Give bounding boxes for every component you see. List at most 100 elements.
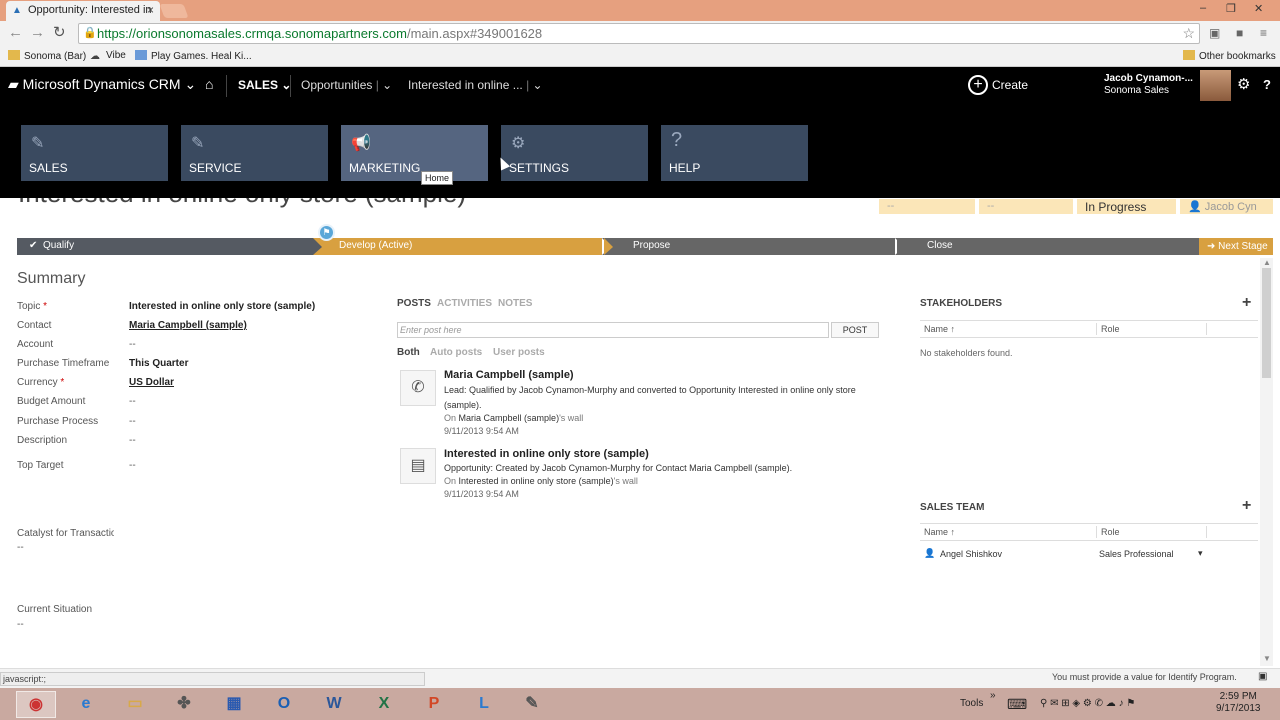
extension-icon[interactable]: ▣: [1209, 26, 1220, 40]
back-icon[interactable]: ←: [8, 25, 23, 41]
member-name[interactable]: Angel Shishkov: [940, 549, 1002, 559]
forward-icon[interactable]: →: [30, 25, 45, 41]
bookmark-item[interactable]: Play Games. Heal Ki...: [135, 50, 252, 62]
bookmark-item[interactable]: Sonoma (Bar): [8, 50, 86, 62]
top-target-value[interactable]: --: [129, 460, 136, 471]
nav-record[interactable]: Interested in online ... | ⌄: [408, 78, 543, 92]
powerpoint-icon[interactable]: P: [414, 691, 454, 718]
avatar[interactable]: [1200, 70, 1231, 101]
next-stage-button[interactable]: ➜ Next Stage: [1199, 238, 1273, 255]
tile-help[interactable]: ? HELP: [661, 125, 808, 181]
restore-icon[interactable]: ❐: [1226, 2, 1236, 15]
filter-user-posts[interactable]: User posts: [493, 347, 545, 358]
bookmark-star-icon[interactable]: ☆: [1182, 25, 1195, 42]
tile-service[interactable]: ✎ SERVICE: [181, 125, 328, 181]
outlook-icon[interactable]: O: [264, 691, 304, 718]
scroll-down-icon[interactable]: ▼: [1263, 654, 1271, 663]
chrome-icon[interactable]: ◉: [16, 691, 56, 718]
tab-close-icon[interactable]: ×: [147, 3, 154, 17]
bookmark-item[interactable]: ☁ Vibe: [90, 50, 126, 62]
nav-entity-opportunities[interactable]: Opportunities | ⌄: [301, 78, 392, 92]
wall-link[interactable]: Maria Campbell (sample): [459, 413, 560, 423]
add-stakeholder-button[interactable]: +: [1242, 294, 1251, 312]
tile-sales[interactable]: ✎ SALES: [21, 125, 168, 181]
post-title[interactable]: Interested in online only store (sample): [444, 448, 649, 460]
add-team-member-button[interactable]: +: [1242, 497, 1251, 515]
tab-notes[interactable]: NOTES: [498, 298, 532, 309]
tile-settings[interactable]: ⚙ SETTINGS: [501, 125, 648, 181]
wall-link[interactable]: Interested in online only store (sample): [459, 476, 614, 486]
stage-develop[interactable]: Develop (Active): [313, 238, 602, 255]
dropdown-arrow-icon[interactable]: ▾: [1198, 548, 1203, 559]
col-role[interactable]: Role: [1101, 527, 1120, 537]
tray-icons[interactable]: ⚲ ✉ ⊞ ◈ ⚙ ✆ ☁ ♪ ⚑: [1040, 698, 1135, 709]
clock[interactable]: 2:59 PM 9/17/2013: [1216, 691, 1261, 715]
app-icon[interactable]: ✤: [164, 691, 204, 718]
app-logo[interactable]: ▰ Microsoft Dynamics CRM ⌄: [8, 76, 196, 93]
minimize-icon[interactable]: –: [1200, 2, 1206, 14]
status-badge[interactable]: In Progress: [1077, 199, 1176, 214]
field-label: Catalyst for Transactio: [17, 528, 114, 539]
expand-icon[interactable]: »: [990, 690, 996, 701]
purchase-process-value[interactable]: --: [129, 416, 136, 427]
budget-value[interactable]: --: [129, 396, 136, 407]
vertical-scrollbar[interactable]: ▲ ▼: [1260, 258, 1273, 666]
header-field[interactable]: --: [979, 199, 1073, 214]
stage-close[interactable]: Close: [895, 238, 1199, 255]
tile-label: MARKETING: [349, 161, 421, 175]
notepad-icon[interactable]: ✎: [512, 691, 552, 718]
keyboard-icon[interactable]: ⌨: [1007, 696, 1027, 713]
currency-link[interactable]: US Dollar: [129, 377, 174, 388]
nav-area-sales[interactable]: SALES ⌄: [238, 78, 291, 92]
reload-icon[interactable]: ↻: [53, 25, 66, 41]
menu-icon[interactable]: ≡: [1260, 26, 1267, 40]
tab-posts[interactable]: POSTS: [397, 298, 431, 309]
excel-icon[interactable]: X: [364, 691, 404, 718]
scroll-up-icon[interactable]: ▲: [1263, 258, 1271, 267]
address-bar[interactable]: 🔒 https://orionsonomasales.crmqa.sonomap…: [78, 23, 1200, 44]
window-close-icon[interactable]: ✕: [1254, 2, 1263, 15]
description-value[interactable]: --: [129, 435, 136, 446]
col-name[interactable]: Name ↑: [924, 324, 955, 334]
url-host: https://orionsonomasales.crmqa.sonomapar…: [97, 26, 407, 41]
home-icon[interactable]: ⌂: [205, 76, 213, 92]
word-icon[interactable]: W: [314, 691, 354, 718]
ie-icon[interactable]: e: [66, 691, 106, 718]
col-name[interactable]: Name ↑: [924, 527, 955, 537]
tools-toolbar[interactable]: Tools: [960, 698, 983, 709]
post-title[interactable]: Maria Campbell (sample): [444, 369, 574, 381]
account-value[interactable]: --: [129, 339, 136, 350]
stage-qualify[interactable]: ✔ Qualify: [17, 238, 313, 255]
new-tab-button[interactable]: [159, 4, 189, 18]
browser-tab[interactable]: ▲ Opportunity: Interested in ×: [6, 1, 160, 21]
tile-marketing[interactable]: 📢 MARKETING: [341, 125, 488, 181]
other-bookmarks[interactable]: Other bookmarks: [1183, 50, 1276, 62]
member-role[interactable]: Sales Professional: [1099, 549, 1174, 559]
post-input[interactable]: Enter post here: [397, 322, 829, 338]
catalyst-value[interactable]: --: [17, 542, 24, 553]
col-role[interactable]: Role: [1101, 324, 1120, 334]
timeframe-value[interactable]: This Quarter: [129, 358, 188, 369]
extension-lock-icon[interactable]: ■: [1236, 26, 1243, 40]
owner-field[interactable]: 👤 Jacob Cyn: [1180, 199, 1273, 214]
topic-value[interactable]: Interested in online only store (sample): [129, 301, 315, 312]
create-button[interactable]: Create: [992, 78, 1028, 92]
help-icon[interactable]: ?: [1263, 77, 1271, 92]
save-icon[interactable]: ▣: [1258, 671, 1267, 682]
stage-propose[interactable]: Propose: [602, 238, 895, 255]
header-field[interactable]: --: [879, 199, 975, 214]
post-button[interactable]: POST: [831, 322, 879, 338]
filter-auto-posts[interactable]: Auto posts: [430, 347, 482, 358]
user-name[interactable]: Jacob Cynamon-...: [1104, 73, 1193, 84]
create-plus-icon[interactable]: +: [968, 75, 988, 95]
tab-activities[interactable]: ACTIVITIES: [437, 298, 492, 309]
app-icon[interactable]: ▦: [214, 691, 254, 718]
table-row[interactable]: 👤 Angel Shishkov Sales Professional ▾: [920, 548, 1258, 562]
explorer-icon[interactable]: ▭: [115, 691, 155, 718]
filter-both[interactable]: Both: [397, 347, 420, 358]
scroll-thumb[interactable]: [1262, 268, 1271, 378]
lync-icon[interactable]: L: [464, 691, 504, 718]
situation-value[interactable]: --: [17, 619, 24, 630]
gear-icon[interactable]: ⚙: [1237, 75, 1250, 93]
contact-link[interactable]: Maria Campbell (sample): [129, 320, 247, 331]
